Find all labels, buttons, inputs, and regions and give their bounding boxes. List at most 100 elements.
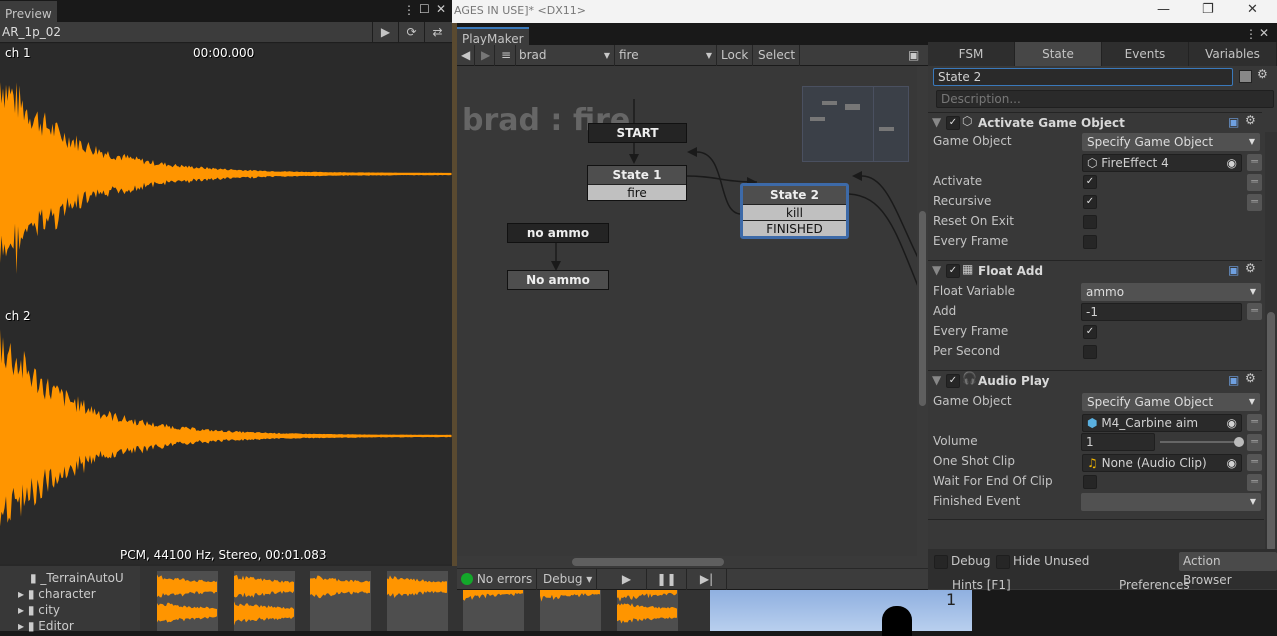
every-frame-checkbox[interactable]: ✓ — [1083, 325, 1097, 339]
errors-label: No errors — [476, 572, 533, 586]
transition-event[interactable]: fire — [588, 184, 686, 200]
game-object-field[interactable]: ⬢ M4_Carbine aim ◉ — [1082, 414, 1242, 432]
per-second-checkbox[interactable] — [1083, 345, 1097, 359]
audio-asset-thumbnail[interactable] — [387, 571, 448, 631]
object-picker-icon[interactable]: ◉ — [1227, 415, 1237, 431]
fsm-graph-canvas[interactable]: brad : fire START State 1 fire State 2 k… — [457, 66, 928, 568]
minimap-toggle-icon[interactable]: ▣ — [904, 45, 923, 66]
state-color-swatch[interactable] — [1239, 70, 1252, 83]
variable-toggle-button[interactable]: ═ — [1247, 154, 1262, 171]
horizontal-scrollbar[interactable] — [457, 556, 928, 568]
step-button[interactable]: ▶| — [687, 569, 727, 590]
action-enabled-checkbox[interactable]: ✓ — [946, 264, 960, 278]
error-status[interactable]: No errors — [457, 569, 538, 590]
slider-handle[interactable] — [1234, 437, 1244, 447]
every-frame-checkbox[interactable] — [1083, 235, 1097, 249]
debug-checkbox[interactable] — [934, 555, 948, 569]
start-event[interactable]: START — [589, 124, 686, 142]
maximize-panel-icon[interactable]: ☐ — [419, 2, 430, 16]
description-input[interactable]: Description... — [936, 90, 1274, 108]
tab-events[interactable]: Events — [1102, 42, 1189, 66]
help-icon[interactable]: ▣ — [1228, 115, 1239, 129]
loop-icon[interactable]: ⇄ — [424, 22, 450, 43]
wait-for-end-checkbox[interactable] — [1083, 475, 1097, 489]
play-icon[interactable]: ▶ — [372, 22, 398, 43]
game-object-field[interactable]: ⬡ FireEffect 4 ◉ — [1082, 154, 1242, 172]
more-menu-icon[interactable]: ⋮ — [1245, 27, 1257, 41]
audio-asset-thumbnail[interactable] — [234, 571, 295, 631]
close-panel-icon[interactable]: ✕ — [1259, 26, 1269, 40]
pause-button[interactable]: ❚❚ — [647, 569, 687, 590]
fsm-select[interactable]: fire ▼ — [615, 45, 717, 66]
action-enabled-checkbox[interactable]: ✓ — [946, 116, 960, 130]
game-object-mode-dropdown[interactable]: Specify Game Object — [1082, 393, 1260, 411]
gameobject-select[interactable]: brad ▼ — [515, 45, 615, 66]
maximize-button[interactable]: ❐ — [1202, 2, 1214, 17]
hints-button[interactable]: Hints [F1] — [952, 578, 1011, 592]
variable-toggle-button[interactable]: ═ — [1247, 194, 1262, 211]
volume-input[interactable]: 1 — [1081, 433, 1155, 451]
recursive-checkbox[interactable]: ✓ — [1083, 195, 1097, 209]
state-node-state2[interactable]: State 2 kill FINISHED — [740, 183, 849, 239]
game-object-mode-dropdown[interactable]: Specify Game Object — [1082, 133, 1260, 151]
state-node-no-ammo[interactable]: No ammo — [508, 271, 608, 289]
object-picker-icon[interactable]: ◉ — [1227, 455, 1237, 471]
debug-menu[interactable]: Debug ▾ — [539, 569, 598, 590]
help-icon[interactable]: ▣ — [1228, 263, 1239, 277]
global-event-no-ammo[interactable]: no ammo — [508, 224, 608, 242]
forward-button[interactable]: ▶ — [477, 45, 496, 66]
variable-toggle-button[interactable]: ═ — [1247, 303, 1262, 320]
action-browser-button[interactable]: Action Browser — [1179, 552, 1277, 587]
audio-clip-field[interactable]: ♫ None (Audio Clip) ◉ — [1082, 454, 1242, 472]
folder-item[interactable]: ▮ _TerrainAutoU — [18, 570, 124, 586]
autoplay-icon[interactable]: ⟳ — [398, 22, 424, 43]
play-button[interactable]: ▶ — [607, 569, 647, 590]
object-picker-icon[interactable]: ◉ — [1227, 155, 1237, 171]
tab-playmaker[interactable]: PlayMaker — [457, 27, 529, 46]
close-window-button[interactable]: ✕ — [1247, 2, 1258, 17]
variable-toggle-button[interactable]: ═ — [1247, 174, 1262, 191]
folder-item[interactable]: ▸ ▮ character — [18, 586, 124, 602]
activate-checkbox[interactable]: ✓ — [1083, 175, 1097, 189]
audio-asset-thumbnail[interactable] — [310, 571, 371, 631]
action-gear-icon[interactable]: ⚙ — [1245, 113, 1256, 127]
folder-item[interactable]: ▸ ▮ city — [18, 602, 124, 618]
back-button[interactable]: ◀ — [457, 45, 476, 66]
state-node-state1[interactable]: State 1 fire — [587, 165, 687, 201]
help-icon[interactable]: ▣ — [1228, 373, 1239, 387]
state-name-input[interactable]: State 2 — [933, 68, 1233, 86]
finished-event-dropdown[interactable] — [1081, 493, 1261, 511]
volume-slider[interactable] — [1160, 437, 1244, 447]
folder-item[interactable]: ▸ ▮ Editor — [18, 618, 124, 634]
variable-toggle-button[interactable]: ═ — [1247, 414, 1262, 431]
variable-toggle-button[interactable]: ═ — [1247, 454, 1262, 471]
tab-state[interactable]: State — [1015, 42, 1102, 66]
transition-event[interactable]: FINISHED — [743, 220, 846, 236]
select-button[interactable]: Select — [754, 45, 801, 66]
audio-asset-thumbnail[interactable] — [157, 571, 218, 631]
action-enabled-checkbox[interactable]: ✓ — [946, 374, 960, 388]
inspector-scrollbar[interactable] — [1265, 132, 1277, 572]
preferences-button[interactable]: Preferences — [1119, 578, 1190, 592]
settings-gear-icon[interactable]: ⚙ — [1257, 67, 1268, 81]
clip-name: AR_1p_02 — [2, 25, 62, 39]
variable-toggle-button[interactable]: ═ — [1247, 474, 1262, 491]
more-menu-icon[interactable]: ⋮ — [403, 3, 415, 17]
list-menu-icon[interactable]: ≡ — [497, 45, 517, 66]
reset-on-exit-checkbox[interactable] — [1083, 215, 1097, 229]
transition-event[interactable]: kill — [743, 204, 846, 220]
float-variable-dropdown[interactable]: ammo — [1081, 283, 1261, 301]
add-input[interactable]: -1 — [1081, 303, 1242, 321]
vertical-scrollbar[interactable] — [917, 66, 928, 568]
action-gear-icon[interactable]: ⚙ — [1245, 371, 1256, 385]
tab-preview[interactable]: Preview — [0, 1, 57, 23]
clip-info: PCM, 44100 Hz, Stereo, 00:01.083 — [120, 548, 327, 562]
minimize-button[interactable]: — — [1157, 2, 1170, 17]
action-gear-icon[interactable]: ⚙ — [1245, 261, 1256, 275]
variable-toggle-button[interactable]: ═ — [1247, 434, 1262, 451]
close-panel-icon[interactable]: ✕ — [436, 2, 446, 16]
hide-unused-checkbox[interactable] — [996, 555, 1010, 569]
tab-variables[interactable]: Variables — [1189, 42, 1277, 66]
lock-button[interactable]: Lock — [717, 45, 754, 66]
tab-fsm[interactable]: FSM — [928, 42, 1015, 66]
